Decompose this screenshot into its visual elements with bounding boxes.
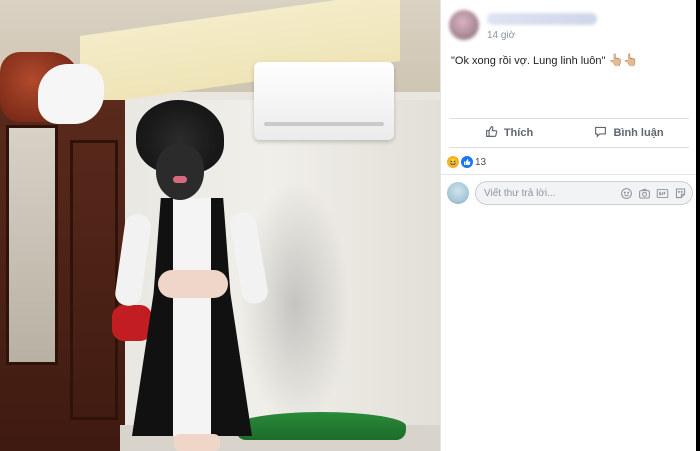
lips xyxy=(173,176,187,183)
reaction-count: 13 xyxy=(475,156,487,168)
thumbs-up-icon xyxy=(485,125,498,141)
sticker-icon[interactable] xyxy=(674,187,687,200)
right-arm xyxy=(228,210,270,306)
post-text: "Ok xong rồi vợ. Lung linh luôn" 👆🏼👆🏼 xyxy=(451,52,687,69)
window-edge xyxy=(696,0,700,451)
comment-label: Bình luận xyxy=(613,127,664,139)
person xyxy=(113,100,278,451)
gif-icon[interactable] xyxy=(656,187,669,200)
reaction-summary[interactable]: 😆 13 xyxy=(447,154,486,170)
my-avatar[interactable] xyxy=(447,182,469,204)
post-header: 14 giờ xyxy=(449,10,689,44)
wardrobe-door xyxy=(70,140,118,420)
haha-icon: 😆 xyxy=(447,156,459,168)
comment-button[interactable]: Bình luận xyxy=(569,125,689,141)
like-icon xyxy=(461,156,473,168)
legs xyxy=(174,434,220,451)
emoji-icon[interactable] xyxy=(620,187,633,200)
author-name[interactable] xyxy=(487,13,488,14)
post-timestamp[interactable]: 14 giờ xyxy=(487,30,515,41)
divider xyxy=(441,174,697,175)
post-text-body: "Ok xong rồi vợ. Lung linh luôn" xyxy=(451,55,606,67)
comment-tools xyxy=(620,186,687,200)
post-actions: Thích Bình luận xyxy=(449,118,689,148)
author-name-blurred[interactable] xyxy=(487,13,597,25)
author-avatar[interactable] xyxy=(449,10,479,40)
like-button[interactable]: Thích xyxy=(449,125,569,141)
post-panel: 14 giờ "Ok xong rồi vợ. Lung linh luôn" 👆… xyxy=(440,0,697,451)
like-label: Thích xyxy=(503,127,534,139)
white-bag xyxy=(38,64,104,124)
comment-icon xyxy=(594,125,607,141)
post-photo[interactable] xyxy=(0,0,440,451)
left-arm xyxy=(113,212,153,308)
wardrobe-mirror xyxy=(6,125,58,365)
pointing-hand-emoji: 👆🏼👆🏼 xyxy=(608,53,639,67)
face xyxy=(156,144,204,200)
comment-composer xyxy=(447,181,693,207)
hands xyxy=(158,270,228,298)
camera-icon[interactable] xyxy=(638,187,651,200)
